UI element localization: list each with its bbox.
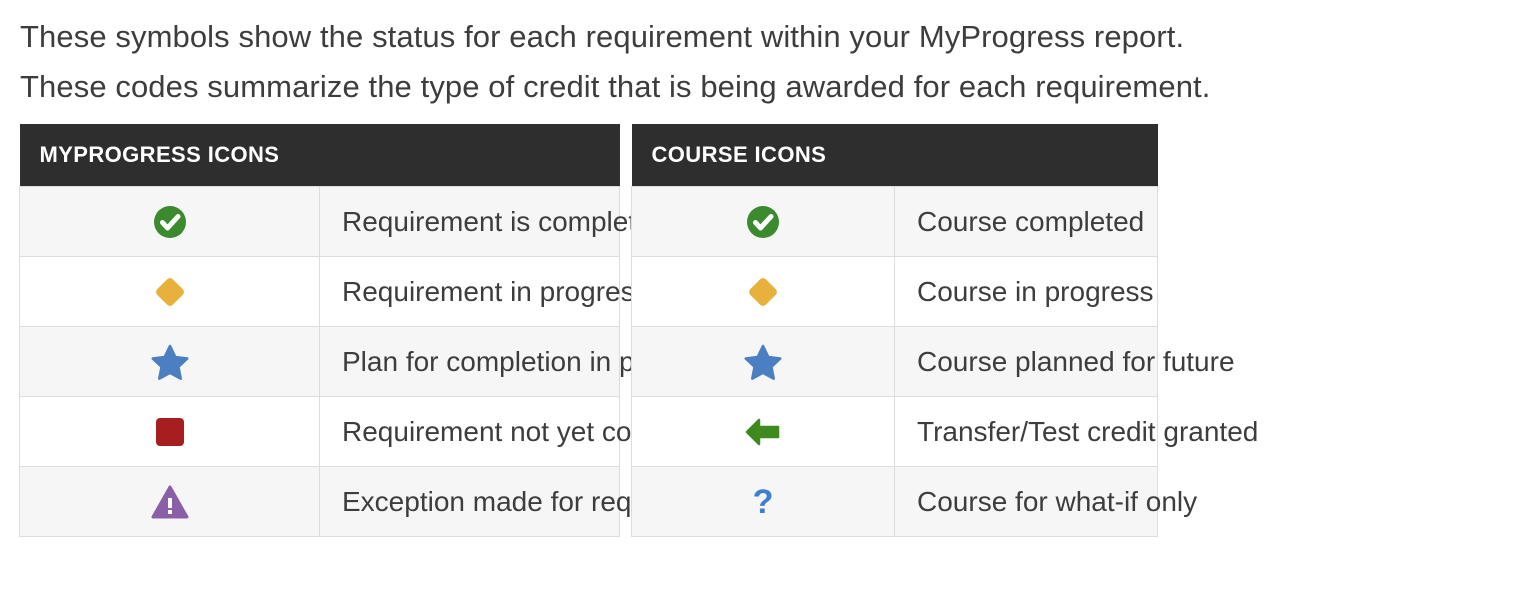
warning-triangle-icon xyxy=(151,484,189,520)
intro-paragraph: These symbols show the status for each r… xyxy=(20,12,1500,112)
intro-line-1: These symbols show the status for each r… xyxy=(20,19,1185,54)
icon-cell xyxy=(631,256,895,327)
table-header-row: MYPROGRESS ICONS xyxy=(19,124,620,187)
table-row: Course completed xyxy=(631,186,1158,257)
course-icons-table: COURSE ICONS Course completed Course in … xyxy=(631,124,1258,537)
row-label: Exception made for requirement xyxy=(319,466,740,537)
check-circle-icon xyxy=(152,204,188,240)
diamond-icon xyxy=(150,272,190,312)
row-label: Requirement not yet completed xyxy=(319,396,731,467)
row-label: Transfer/Test credit granted xyxy=(894,396,1258,467)
star-icon xyxy=(150,342,190,382)
row-label: Course planned for future xyxy=(894,326,1235,397)
square-icon xyxy=(152,414,188,450)
row-label: Course for what-if only xyxy=(894,466,1197,537)
row-label: Plan for completion in place xyxy=(319,326,686,397)
check-circle-icon xyxy=(745,204,781,240)
table-row: Plan for completion in place xyxy=(19,326,686,397)
icon-cell xyxy=(19,466,320,537)
myprogress-table-head: MYPROGRESS ICONS xyxy=(19,124,620,187)
icon-cell xyxy=(631,326,895,397)
table-row: Exception made for requirement xyxy=(19,466,740,537)
arrow-left-icon xyxy=(744,415,782,449)
icon-cell xyxy=(19,256,320,327)
question-mark-icon: ? xyxy=(752,482,774,521)
intro-line-2: These codes summarize the type of credit… xyxy=(20,69,1211,104)
row-label: Requirement in progress xyxy=(319,256,649,327)
row-label: Course in progress xyxy=(894,256,1158,327)
table-row: Course planned for future xyxy=(631,326,1235,397)
page-root: These symbols show the status for each r… xyxy=(0,0,1528,612)
table-row: Requirement is complete xyxy=(19,186,652,257)
row-label: Requirement is complete xyxy=(319,186,652,257)
icon-cell xyxy=(19,186,320,257)
myprogress-icons-table: MYPROGRESS ICONS Requirement is complete xyxy=(19,124,740,537)
myprogress-table-body: Requirement is complete Requirement in p… xyxy=(19,186,740,537)
icon-cell xyxy=(19,396,320,467)
diamond-icon xyxy=(743,272,783,312)
table-row: Course in progress xyxy=(631,256,1158,327)
course-table-body: Course completed Course in progress Cour… xyxy=(631,186,1258,537)
icon-cell xyxy=(631,186,895,257)
table-row: Transfer/Test credit granted xyxy=(631,396,1258,467)
table-row: Requirement not yet completed xyxy=(19,396,731,467)
legend-tables-container: MYPROGRESS ICONS Requirement is complete xyxy=(19,124,1258,537)
myprogress-table-header-label: MYPROGRESS ICONS xyxy=(19,124,620,187)
course-table-header-label: COURSE ICONS xyxy=(631,124,1158,187)
star-icon xyxy=(743,342,783,382)
table-row: ? Course for what-if only xyxy=(631,466,1197,537)
table-row: Requirement in progress xyxy=(19,256,649,327)
row-label: Course completed xyxy=(894,186,1158,257)
course-table-head: COURSE ICONS xyxy=(631,124,1158,187)
icon-cell xyxy=(631,396,895,467)
icon-cell: ? xyxy=(631,466,895,537)
table-header-row: COURSE ICONS xyxy=(631,124,1158,187)
icon-cell xyxy=(19,326,320,397)
